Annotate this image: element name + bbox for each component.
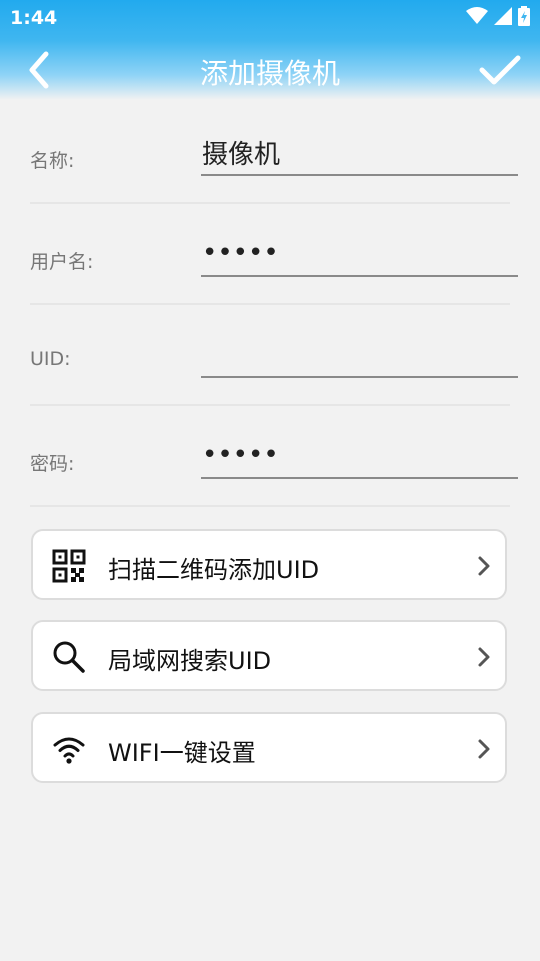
lan-search-button[interactable]: 局域网搜索UID: [31, 620, 507, 691]
confirm-button[interactable]: [478, 50, 522, 90]
status-time: 1:44: [10, 7, 58, 29]
username-row: 用户名:: [30, 231, 518, 301]
search-icon: [53, 641, 85, 673]
username-input[interactable]: [201, 231, 518, 277]
uid-label: UID:: [30, 348, 71, 370]
password-row: 密码:: [30, 433, 518, 503]
page-title: 添加摄像机: [199, 57, 340, 90]
divider: [30, 404, 510, 406]
chevron-right-icon: [478, 556, 490, 576]
scan-qr-label: 扫描二维码添加UID: [108, 556, 320, 584]
uid-input[interactable]: [201, 332, 518, 378]
divider: [30, 303, 510, 305]
username-label: 用户名:: [30, 251, 94, 273]
chevron-right-icon: [478, 739, 490, 759]
wifi-status-icon: [466, 7, 488, 24]
name-label: 名称:: [30, 150, 75, 172]
app-header: 1:44 添加摄像机: [0, 0, 540, 100]
password-label: 密码:: [30, 453, 75, 475]
chevron-right-icon: [478, 647, 490, 667]
checkmark-icon: [479, 55, 521, 85]
status-icons: [466, 6, 530, 26]
wifi-setup-label: WIFI一键设置: [108, 739, 256, 767]
name-input[interactable]: [201, 130, 518, 176]
name-row: 名称:: [30, 130, 518, 200]
signal-icon: [494, 7, 512, 25]
divider: [30, 505, 510, 507]
uid-row: UID:: [30, 332, 518, 402]
battery-icon: [518, 6, 530, 26]
qr-code-icon: [52, 549, 86, 583]
divider: [30, 202, 510, 204]
lan-search-label: 局域网搜索UID: [108, 647, 272, 675]
scan-qr-button[interactable]: 扫描二维码添加UID: [31, 529, 507, 600]
status-bar: 1:44: [0, 0, 540, 36]
wifi-setup-button[interactable]: WIFI一键设置: [31, 712, 507, 783]
password-input[interactable]: [201, 433, 518, 479]
wifi-icon: [53, 737, 85, 764]
